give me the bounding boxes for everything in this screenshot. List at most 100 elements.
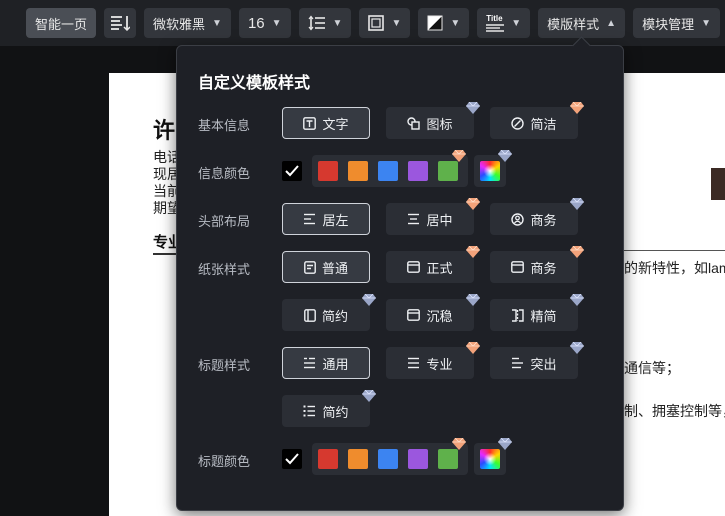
- info-color-orange-swatch[interactable]: [348, 161, 368, 181]
- section-divider: [614, 250, 725, 251]
- chevron-up-icon: ▲: [606, 17, 617, 29]
- info-color-custom-picker[interactable]: [474, 150, 512, 187]
- photo-edge: [711, 168, 725, 200]
- font-size-select[interactable]: 16 ▼: [238, 8, 291, 38]
- header-layout-business-option[interactable]: 商务: [490, 198, 584, 235]
- title-style-label: 标题样式: [198, 358, 251, 373]
- module-manage-label: 模块管理: [642, 16, 695, 32]
- chevron-down-icon: ▼: [391, 17, 402, 29]
- contrast-icon: [427, 15, 443, 31]
- info-color-green-swatch[interactable]: [438, 161, 458, 181]
- paper-style-normal-option[interactable]: 普通: [282, 251, 370, 283]
- bullet-list-icon: [303, 405, 316, 417]
- option-label: 沉稳: [426, 308, 453, 324]
- font-family-select[interactable]: 微软雅黑 ▼: [144, 8, 231, 38]
- paper-style-steady-option[interactable]: 沉稳: [386, 294, 480, 331]
- header-layout-center-option[interactable]: 居中: [386, 198, 480, 235]
- title-color-blue-swatch[interactable]: [378, 449, 398, 469]
- window-icon: [407, 309, 421, 321]
- paper-style-compact-option[interactable]: 精简: [490, 294, 584, 331]
- line-height-icon: [308, 15, 325, 31]
- basic-info-icon-option[interactable]: 图标: [386, 102, 480, 139]
- align-center-icon: [408, 213, 420, 225]
- resume-text-fragment: 制、拥塞控制等，: [624, 403, 725, 419]
- option-label: 普通: [321, 260, 348, 276]
- title-style-highlight-option[interactable]: 突出: [490, 342, 584, 379]
- title-style-simple-option[interactable]: 简约: [282, 390, 376, 427]
- option-label: 商务: [530, 260, 557, 276]
- smart-page-button[interactable]: 智能一页: [26, 8, 97, 38]
- chevron-down-icon: ▼: [212, 17, 222, 29]
- gem-icon: [466, 294, 480, 306]
- paper-style-formal-option[interactable]: 正式: [386, 246, 480, 283]
- gem-icon: [466, 342, 480, 354]
- paper-style-business-option[interactable]: 商务: [490, 246, 584, 283]
- module-manage-button[interactable]: 模块管理 ▼: [633, 8, 720, 38]
- template-style-panel: 自定义模板样式 基本信息 文字 图标 简洁 信息颜色 头部布局 居左 居中 商务…: [176, 45, 624, 511]
- gem-icon: [466, 102, 480, 114]
- info-color-black-check[interactable]: [282, 161, 302, 181]
- paper-style-minimal-option[interactable]: 简约: [282, 294, 376, 331]
- option-label: 简约: [321, 308, 348, 324]
- info-color-red-swatch[interactable]: [318, 161, 338, 181]
- template-style-button[interactable]: 模版样式 ▲: [538, 8, 626, 38]
- resume-text-fragment: 的新特性，如lam: [624, 260, 725, 276]
- color-wheel-icon: [480, 449, 500, 469]
- list-lines-icon: [512, 357, 524, 369]
- text-box-icon: [303, 116, 317, 130]
- sidebar-icon: [304, 308, 316, 322]
- gem-icon: [570, 294, 584, 306]
- line-height-select[interactable]: ▼: [298, 8, 352, 38]
- window-icon: [407, 261, 421, 273]
- panel-title: 自定义模板样式: [198, 75, 311, 92]
- chevron-down-icon: ▼: [271, 17, 282, 29]
- shapes-icon: [407, 116, 421, 130]
- template-style-label: 模版样式: [547, 16, 600, 32]
- chevron-down-icon: ▼: [511, 17, 522, 29]
- paragraph-menu-button[interactable]: [104, 8, 137, 38]
- title-color-custom-picker[interactable]: [474, 438, 512, 475]
- font-size-value: 16: [247, 14, 265, 32]
- toolbar: 智能一页 微软雅黑 ▼ 16 ▼ ▼ ▼ ▼ Title ▼ 模版样式 ▲ 模块…: [0, 0, 725, 46]
- chevron-down-icon: ▼: [701, 17, 711, 29]
- title-style-general-option[interactable]: 通用: [282, 347, 370, 379]
- option-label: 居中: [426, 212, 453, 228]
- title-color-swatches: [312, 438, 468, 475]
- theme-select[interactable]: ▼: [418, 8, 470, 38]
- color-wheel-icon: [480, 161, 500, 181]
- title-color-green-swatch[interactable]: [438, 449, 458, 469]
- basic-info-text-option[interactable]: 文字: [282, 107, 370, 139]
- info-color-purple-swatch[interactable]: [408, 161, 428, 181]
- font-family-value: 微软雅黑: [153, 16, 206, 32]
- gem-icon: [362, 390, 376, 402]
- gem-icon: [498, 150, 512, 162]
- title-style-select[interactable]: Title ▼: [477, 8, 531, 38]
- option-label: 文字: [322, 116, 349, 132]
- gem-icon: [570, 342, 584, 354]
- title-color-black-check[interactable]: [282, 449, 302, 469]
- title-color-orange-swatch[interactable]: [348, 449, 368, 469]
- basic-info-simple-option[interactable]: 简洁: [490, 102, 584, 139]
- title-color-red-swatch[interactable]: [318, 449, 338, 469]
- info-color-blue-swatch[interactable]: [378, 161, 398, 181]
- option-label: 通用: [322, 356, 349, 372]
- gem-icon: [466, 198, 480, 210]
- gem-icon: [570, 246, 584, 258]
- gem-icon: [570, 102, 584, 114]
- option-label: 简洁: [530, 116, 557, 132]
- option-label: 专业: [426, 356, 453, 372]
- resume-name: 许: [153, 118, 176, 143]
- paragraph-icon: [111, 16, 131, 31]
- align-left-icon: [304, 213, 316, 225]
- title-color-purple-swatch[interactable]: [408, 449, 428, 469]
- resume-text-fragment: 通信等；: [624, 360, 680, 376]
- title-style-professional-option[interactable]: 专业: [386, 342, 480, 379]
- header-layout-label: 头部布局: [198, 214, 251, 229]
- margin-select[interactable]: ▼: [359, 8, 411, 38]
- info-color-label: 信息颜色: [198, 166, 251, 181]
- check-icon: [285, 165, 299, 177]
- option-label: 突出: [530, 356, 557, 372]
- paper-style-label: 纸张样式: [198, 262, 251, 277]
- header-layout-left-option[interactable]: 居左: [282, 203, 370, 235]
- option-label: 正式: [426, 260, 453, 276]
